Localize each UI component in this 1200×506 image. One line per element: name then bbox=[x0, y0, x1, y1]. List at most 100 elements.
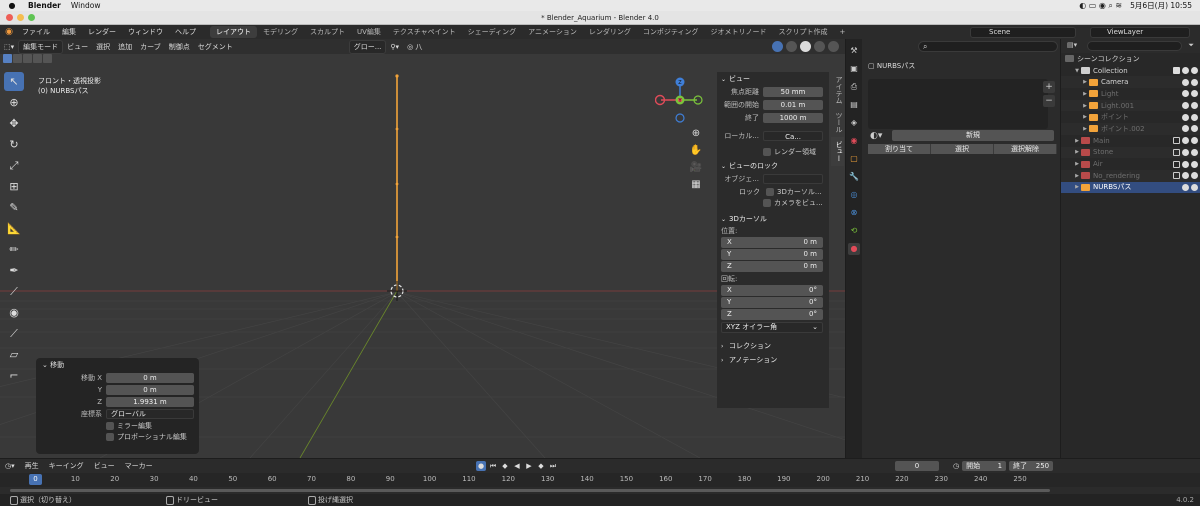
outliner-row[interactable]: ▶ ポイント.002 bbox=[1061, 123, 1200, 135]
mode-dropdown[interactable]: 編集モード bbox=[18, 39, 64, 54]
tab-shading[interactable]: シェーディング bbox=[462, 26, 523, 38]
clock[interactable]: 5月6日(月) 10:55 bbox=[1130, 0, 1192, 11]
annotate-tool-icon[interactable]: ✎ bbox=[4, 198, 24, 217]
render-camera-icon[interactable] bbox=[1191, 183, 1198, 191]
tab-layout[interactable]: レイアウト bbox=[210, 26, 257, 38]
clip-end-field[interactable]: 1000 m bbox=[763, 113, 823, 123]
view-lock-section-header[interactable]: ⌄ ビューのロック bbox=[717, 159, 829, 173]
tab-texture-paint[interactable]: テクスチャペイント bbox=[387, 26, 462, 38]
proportional-edit-checkbox[interactable] bbox=[106, 432, 114, 441]
render-camera-icon[interactable] bbox=[1191, 148, 1198, 156]
view-layer-properties-icon[interactable]: ▤ bbox=[848, 99, 860, 111]
select-button[interactable]: 選択 bbox=[931, 144, 994, 154]
remove-slot-button[interactable]: − bbox=[1043, 95, 1055, 107]
move-tool-icon[interactable]: ✥ bbox=[4, 114, 24, 133]
view-section-header[interactable]: ⌄ ビュー bbox=[717, 72, 829, 86]
render-properties-icon[interactable]: ▣ bbox=[848, 63, 860, 75]
draw-tool-icon[interactable]: ✏ bbox=[4, 240, 24, 259]
viewport-menu-segments[interactable]: セグメント bbox=[194, 42, 237, 52]
outliner-row[interactable]: ▶ NURBSパス bbox=[1061, 181, 1200, 194]
lock-camera-checkbox[interactable] bbox=[763, 198, 771, 207]
frame-ruler[interactable]: 0 10 20 30 40 50 60 70 80 90 100 110 120 130 140 150 16… bbox=[0, 473, 1200, 487]
add-workspace-button[interactable]: + bbox=[834, 26, 852, 38]
viewport-menu-add[interactable]: 追加 bbox=[114, 42, 136, 52]
pan-hand-icon[interactable]: ✋ bbox=[689, 145, 703, 159]
eye-icon[interactable] bbox=[1182, 113, 1189, 121]
render-camera-icon[interactable] bbox=[1191, 125, 1198, 133]
playhead[interactable]: 0 bbox=[29, 474, 42, 485]
cursor-loc-y-field[interactable]: Y 0 m bbox=[721, 249, 823, 260]
scene-selector[interactable]: Scene bbox=[970, 26, 1076, 38]
render-camera-icon[interactable] bbox=[1191, 160, 1198, 168]
render-camera-icon[interactable] bbox=[1191, 90, 1198, 98]
modifier-properties-icon[interactable]: 🔧 bbox=[848, 171, 860, 183]
tab-modeling[interactable]: モデリング bbox=[257, 26, 304, 38]
tab-compositing[interactable]: コンポジティング bbox=[637, 26, 705, 38]
tilt-tool-icon[interactable]: ⟋ bbox=[4, 324, 24, 343]
play-icon[interactable]: ▶ bbox=[524, 461, 534, 471]
outliner-row[interactable]: ▶ No_rendering bbox=[1061, 169, 1200, 182]
outliner-row[interactable]: ▶ Light bbox=[1061, 88, 1200, 100]
render-camera-icon[interactable] bbox=[1191, 102, 1198, 110]
close-window-button[interactable] bbox=[6, 14, 13, 21]
eye-icon[interactable] bbox=[1182, 102, 1189, 110]
outliner-search-input[interactable] bbox=[1087, 41, 1182, 51]
expand-toggle-icon[interactable]: ▼ bbox=[1073, 68, 1081, 74]
add-slot-button[interactable]: + bbox=[1043, 81, 1055, 93]
jump-start-icon[interactable]: ⏮ bbox=[488, 461, 498, 471]
tab-view[interactable]: ビュー bbox=[831, 137, 844, 166]
tab-tool[interactable]: ツール bbox=[831, 108, 844, 137]
3d-cursor-section-header[interactable]: ⌄ 3Dカーソル bbox=[717, 212, 829, 226]
menu-file[interactable]: ファイル bbox=[16, 27, 56, 37]
exclude-checkbox[interactable] bbox=[1173, 172, 1180, 180]
pen-tool-icon[interactable]: ✒ bbox=[4, 261, 24, 280]
expand-toggle-icon[interactable]: ▶ bbox=[1081, 79, 1089, 85]
viewport-menu-control-points[interactable]: 制御点 bbox=[165, 42, 194, 52]
outliner-row[interactable]: ▶ Camera bbox=[1061, 76, 1200, 89]
zoom-window-button[interactable] bbox=[28, 14, 35, 21]
outliner-row[interactable]: ▶ Stone bbox=[1061, 146, 1200, 159]
eye-icon[interactable] bbox=[1182, 148, 1189, 156]
select-mode-intersect-icon[interactable] bbox=[43, 54, 52, 63]
menu-help[interactable]: ヘルプ bbox=[169, 27, 202, 37]
rotation-mode-dropdown[interactable]: XYZ オイラー角 ⌄ bbox=[721, 322, 823, 333]
tab-animation[interactable]: アニメーション bbox=[522, 26, 583, 38]
menu-window[interactable]: ウィンドウ bbox=[122, 27, 169, 37]
render-camera-icon[interactable] bbox=[1191, 137, 1198, 145]
physics-properties-icon[interactable]: ◎ bbox=[848, 189, 860, 201]
outliner-row[interactable]: ▶ ポイント bbox=[1061, 111, 1200, 123]
expand-toggle-icon[interactable]: ▶ bbox=[1073, 184, 1081, 190]
render-camera-icon[interactable] bbox=[1191, 67, 1198, 75]
navigation-gizmo[interactable]: Z Y bbox=[655, 77, 703, 125]
collection-section-header[interactable]: › コレクション bbox=[717, 339, 829, 353]
cursor-rot-x-field[interactable]: X 0° bbox=[721, 285, 823, 296]
editor-type-icon[interactable]: ⬚▾ bbox=[0, 43, 18, 51]
expand-toggle-icon[interactable]: ▶ bbox=[1073, 173, 1081, 179]
proportional-edit-icon[interactable]: ◎ 八 bbox=[403, 42, 426, 52]
timeline-menu-keying[interactable]: キーイング bbox=[44, 461, 89, 471]
data-properties-icon[interactable]: ⟲ bbox=[848, 225, 860, 237]
mirror-edit-checkbox[interactable] bbox=[106, 421, 114, 430]
radius-tool-icon[interactable]: ◉ bbox=[4, 303, 24, 322]
next-key-icon[interactable]: ◆ bbox=[536, 461, 546, 471]
select-mode-extend-icon[interactable] bbox=[13, 54, 22, 63]
constraint-properties-icon[interactable]: ⊗ bbox=[848, 207, 860, 219]
outliner-row[interactable]: ▶ Light.001 bbox=[1061, 99, 1200, 112]
last-operator-panel[interactable]: ⌄ 移動 移動 X 0 m Y 0 m Z 1.9931 m 座標系 グローバル ミラー… bbox=[36, 358, 199, 454]
render-camera-icon[interactable] bbox=[1191, 113, 1198, 121]
tool-properties-icon[interactable]: ⚒ bbox=[848, 45, 860, 57]
start-frame-field[interactable]: 開始 1 bbox=[962, 461, 1007, 471]
select-mode-subtract-icon[interactable] bbox=[23, 54, 32, 63]
deselect-button[interactable]: 選択解除 bbox=[994, 144, 1057, 154]
eye-icon[interactable] bbox=[1182, 125, 1189, 133]
selection-mode-buttons[interactable] bbox=[0, 54, 52, 66]
jump-end-icon[interactable]: ⏭ bbox=[548, 461, 558, 471]
minimize-window-button[interactable] bbox=[17, 14, 24, 21]
rendered-shading-icon[interactable] bbox=[828, 41, 839, 52]
exclude-checkbox[interactable] bbox=[1173, 67, 1180, 75]
3d-viewport[interactable]: ⬚▾ 編集モード ビュー 選択 追加 カーブ 制御点 セグメント グロー... … bbox=[0, 39, 845, 458]
eye-icon[interactable] bbox=[1182, 78, 1189, 86]
timeline-menu-marker[interactable]: マーカー bbox=[120, 461, 158, 471]
tab-sculpt[interactable]: スカルプト bbox=[304, 26, 351, 38]
timeline-editor-icon[interactable]: ◷▾ bbox=[0, 462, 20, 470]
